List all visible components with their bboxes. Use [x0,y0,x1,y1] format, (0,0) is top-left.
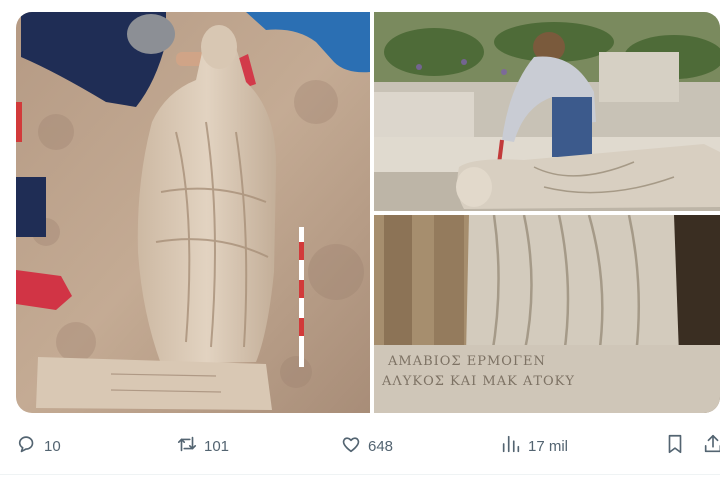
reply-count: 10 [44,437,61,455]
inscription-closeup-photo[interactable]: ΑΜΑΒΙΟΣ ΕΡΜΟΓΕΝ ΑΛΥΚΟΣ ΚΑΙ ΜΑΚ ΑΤΟΚΥ [374,215,720,413]
like-button[interactable]: 648 [340,428,393,464]
like-count: 648 [368,437,394,455]
retweet-count: 101 [204,437,230,455]
view-count: 17 mil [528,437,569,455]
archaeologist-brushing-photo[interactable] [374,12,720,211]
tweet-divider [0,474,720,475]
svg-text:ΑΛΥΚΟΣ ΚΑΙ ΜΑΚ ΑΤΟΚΥ: ΑΛΥΚΟΣ ΚΑΙ ΜΑΚ ΑΤΟΚΥ [381,374,575,389]
retweet-button[interactable]: 101 [176,428,229,464]
retweet-icon [176,433,198,459]
bookmark-button[interactable] [664,428,686,464]
tweet-action-bar: 10 101 648 17 mil [0,428,720,464]
share-icon [702,433,720,459]
bookmark-icon [664,433,686,459]
tweet-media-grid: ΑΜΑΒΙΟΣ ΕΡΜΟΓΕΝ ΑΛΥΚΟΣ ΚΑΙ ΜΑΚ ΑΤΟΚΥ [16,12,720,413]
reply-button[interactable]: 10 [16,428,61,464]
share-button[interactable] [702,428,720,464]
heart-icon [340,433,362,459]
reply-icon [16,433,38,459]
svg-text:ΑΜΑΒΙΟΣ ΕΡΜΟΓΕΝ: ΑΜΑΒΙΟΣ ΕΡΜΟΓΕΝ [387,354,546,369]
views-button[interactable]: 17 mil [500,428,568,464]
statue-excavation-photo[interactable] [16,12,370,413]
views-icon [500,433,522,459]
